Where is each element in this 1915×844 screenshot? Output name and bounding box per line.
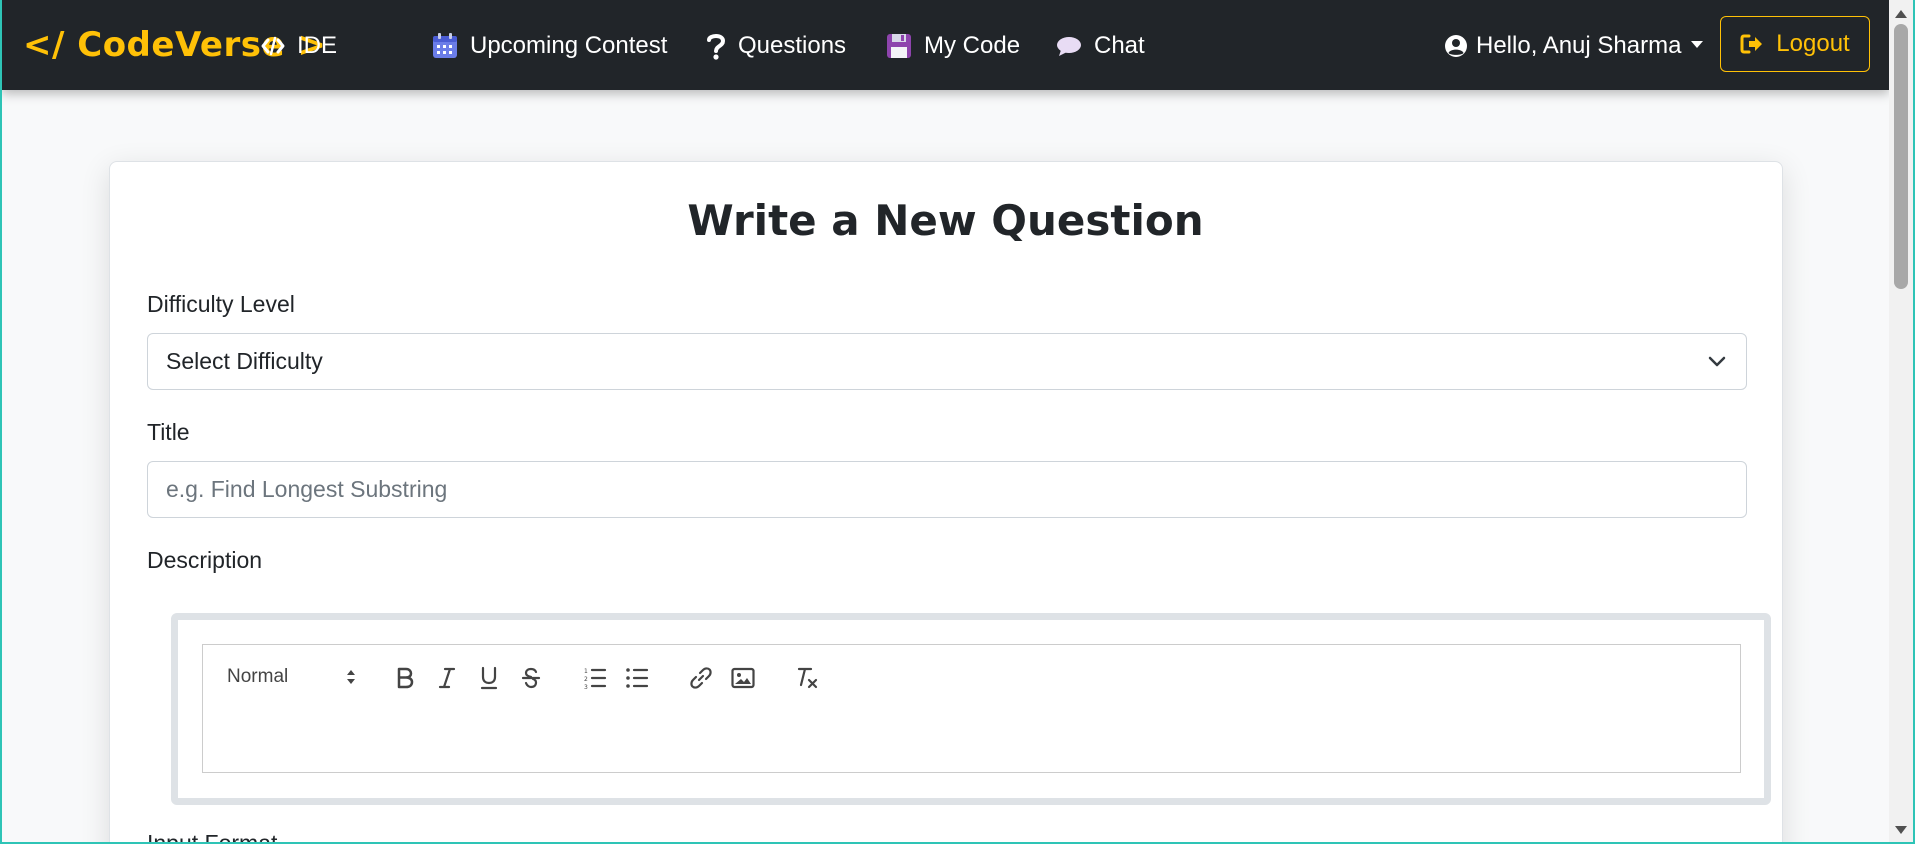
bullet-list-icon bbox=[626, 668, 649, 688]
svg-text:2: 2 bbox=[584, 676, 588, 683]
floppy-disk-icon bbox=[887, 34, 911, 58]
calendar-icon bbox=[433, 33, 457, 58]
title-label: Title bbox=[147, 419, 190, 445]
caret-down-icon bbox=[1691, 40, 1704, 48]
logout-label: Logout bbox=[1776, 30, 1850, 57]
italic-icon bbox=[438, 667, 456, 689]
strikethrough-icon bbox=[521, 667, 541, 689]
header-format-value: Normal bbox=[227, 666, 289, 687]
ordered-list-icon: 123 bbox=[584, 668, 607, 689]
svg-text:3: 3 bbox=[584, 684, 588, 689]
image-button[interactable] bbox=[728, 663, 758, 693]
sign-out-icon bbox=[1740, 34, 1763, 54]
nav-item-chat[interactable]: Chat bbox=[1056, 28, 1145, 64]
header-format-select[interactable]: Normal bbox=[227, 663, 357, 691]
difficulty-selected-value: Select Difficulty bbox=[166, 348, 323, 374]
description-label: Description bbox=[147, 547, 263, 573]
underline-icon bbox=[480, 666, 498, 690]
user-greeting: Hello, Anuj Sharma bbox=[1476, 32, 1682, 59]
bullet-list-button[interactable] bbox=[622, 663, 652, 693]
bold-icon bbox=[397, 667, 414, 689]
bold-button[interactable] bbox=[390, 663, 420, 693]
nav-item-upcoming-contest[interactable]: Upcoming Contest bbox=[432, 28, 667, 64]
strikethrough-button[interactable] bbox=[516, 663, 546, 693]
description-editor[interactable] bbox=[202, 707, 1741, 773]
nav-item-my-code[interactable]: My Code bbox=[886, 28, 1020, 64]
question-icon bbox=[707, 34, 726, 60]
clear-format-button[interactable] bbox=[792, 663, 822, 693]
top-navbar: </ CodeVerse > IDE Upcoming Contest Ques… bbox=[2, 0, 1889, 90]
page-title: Write a New Question bbox=[687, 196, 1204, 245]
difficulty-select[interactable]: Select Difficulty bbox=[147, 333, 1747, 390]
svg-text:1: 1 bbox=[584, 668, 588, 675]
rich-text-toolbar: Normal 123 bbox=[202, 644, 1741, 708]
link-button[interactable] bbox=[686, 663, 716, 693]
nav-item-ide[interactable]: IDE bbox=[261, 28, 337, 64]
input-format-label: Input Format bbox=[147, 830, 277, 842]
vertical-scrollbar[interactable] bbox=[1889, 0, 1913, 842]
page-viewport: </ CodeVerse > IDE Upcoming Contest Ques… bbox=[2, 0, 1889, 842]
nav-item-label: IDE bbox=[297, 32, 338, 59]
title-input[interactable] bbox=[147, 461, 1747, 518]
scroll-thumb[interactable] bbox=[1894, 24, 1908, 289]
difficulty-label: Difficulty Level bbox=[147, 291, 295, 317]
user-circle-icon bbox=[1445, 35, 1467, 57]
ordered-list-button[interactable]: 123 bbox=[580, 663, 610, 693]
image-icon bbox=[731, 667, 755, 689]
up-down-arrows-icon bbox=[347, 670, 355, 684]
nav-item-questions[interactable]: Questions bbox=[706, 28, 846, 64]
nav-item-label: Chat bbox=[1094, 32, 1145, 59]
logout-button[interactable]: Logout bbox=[1720, 16, 1870, 72]
chevron-down-icon bbox=[1708, 356, 1726, 367]
chat-bubble-icon bbox=[1057, 37, 1081, 56]
nav-item-label: Upcoming Contest bbox=[470, 32, 668, 59]
clear-format-icon bbox=[797, 667, 818, 689]
link-icon bbox=[690, 667, 712, 689]
user-dropdown[interactable]: Hello, Anuj Sharma bbox=[1444, 28, 1704, 64]
code-icon bbox=[261, 36, 285, 56]
nav-item-label: Questions bbox=[738, 32, 847, 59]
italic-button[interactable] bbox=[432, 663, 462, 693]
scroll-down-arrow-icon[interactable] bbox=[1895, 826, 1907, 834]
scroll-up-arrow-icon[interactable] bbox=[1895, 10, 1907, 18]
nav-item-label: My Code bbox=[924, 32, 1021, 59]
underline-button[interactable] bbox=[474, 663, 504, 693]
